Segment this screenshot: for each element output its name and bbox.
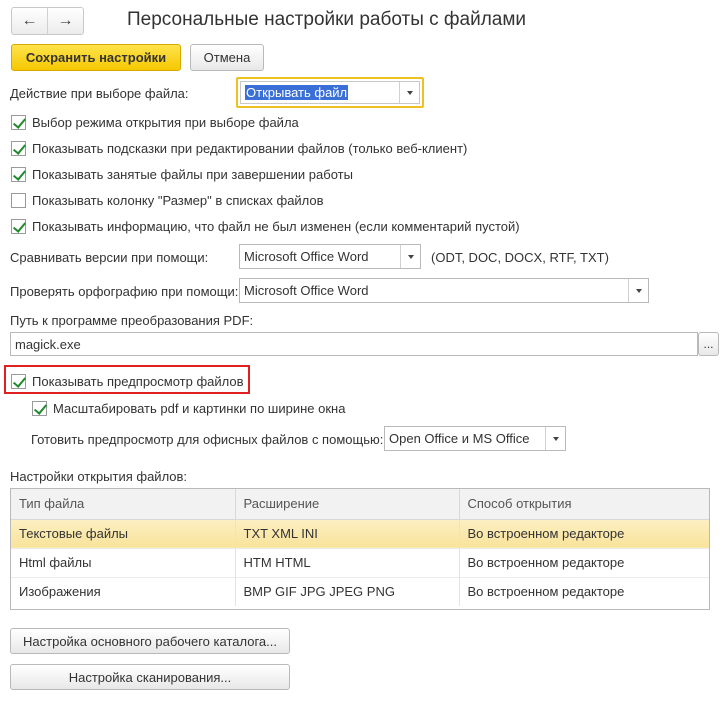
compare-label: Сравнивать версии при помощи: bbox=[10, 250, 209, 265]
pdf-path-input[interactable]: magick.exe bbox=[10, 332, 698, 356]
table-row[interactable]: Html файлы HTM HTML Во встроенном редакт… bbox=[11, 548, 709, 578]
checkbox-label: Показывать подсказки при редактировании … bbox=[32, 141, 468, 156]
preview-checkbox-row[interactable]: Показывать предпросмотр файлов bbox=[11, 374, 244, 389]
chevron-down-icon bbox=[635, 288, 642, 293]
column-header[interactable]: Способ открытия bbox=[459, 489, 709, 520]
table-cell: Во встроенном редакторе bbox=[459, 548, 709, 578]
checkbox-row[interactable]: Выбор режима открытия при выборе файла bbox=[11, 115, 299, 130]
compare-dropdown-button[interactable] bbox=[400, 245, 420, 268]
scanning-settings-button[interactable]: Настройка сканирования... bbox=[10, 664, 290, 690]
preview-label: Показывать предпросмотр файлов bbox=[32, 374, 244, 389]
chevron-down-icon bbox=[407, 254, 414, 259]
navigation-buttons: ← → bbox=[11, 7, 84, 35]
office-preview-select[interactable]: Open Office и MS Office bbox=[384, 426, 566, 451]
table-cell: Изображения bbox=[11, 577, 236, 606]
arrow-left-icon: ← bbox=[21, 12, 38, 29]
column-header[interactable]: Тип файла bbox=[11, 489, 236, 520]
pdf-browse-button[interactable]: ... bbox=[698, 332, 719, 356]
table-cell: Текстовые файлы bbox=[11, 519, 236, 549]
checkbox[interactable] bbox=[11, 219, 26, 234]
checkbox[interactable] bbox=[11, 193, 26, 208]
scale-checkbox-row[interactable]: Масштабировать pdf и картинки по ширине … bbox=[32, 401, 345, 416]
office-preview-label: Готовить предпросмотр для офисных файлов… bbox=[31, 432, 384, 447]
checkbox[interactable] bbox=[11, 115, 26, 130]
table-header: Тип файла Расширение Способ открытия bbox=[11, 489, 709, 520]
table-cell: BMP GIF JPG JPEG PNG bbox=[235, 577, 460, 606]
forward-button[interactable]: → bbox=[47, 8, 83, 34]
compare-select[interactable]: Microsoft Office Word bbox=[239, 244, 421, 269]
preview-checkbox[interactable] bbox=[11, 374, 26, 389]
checkbox-label: Показывать занятые файлы при завершении … bbox=[32, 167, 353, 182]
table-cell: HTM HTML bbox=[235, 548, 460, 578]
checkbox[interactable] bbox=[11, 167, 26, 182]
compare-hint: (ODT, DOC, DOCX, RTF, TXT) bbox=[431, 250, 609, 265]
working-directory-settings-button[interactable]: Настройка основного рабочего каталога... bbox=[10, 628, 290, 654]
scale-checkbox[interactable] bbox=[32, 401, 47, 416]
checkbox-row[interactable]: Показывать информацию, что файл не был и… bbox=[11, 219, 520, 234]
table-cell: Html файлы bbox=[11, 548, 236, 578]
checkbox-label: Показывать колонку "Размер" в списках фа… bbox=[32, 193, 324, 208]
checkbox-label: Выбор режима открытия при выборе файла bbox=[32, 115, 299, 130]
checkbox-row[interactable]: Показывать колонку "Размер" в списках фа… bbox=[11, 193, 324, 208]
chevron-down-icon bbox=[406, 90, 413, 95]
open-settings-label: Настройки открытия файлов: bbox=[10, 469, 188, 484]
save-settings-button[interactable]: Сохранить настройки bbox=[11, 44, 181, 71]
table-row[interactable]: Текстовые файлы TXT XML INI Во встроенно… bbox=[11, 519, 709, 549]
page-title: Персональные настройки работы с файлами bbox=[127, 9, 527, 30]
arrow-right-icon: → bbox=[57, 12, 74, 29]
chevron-down-icon bbox=[552, 436, 559, 441]
file-action-focus: Открывать файл bbox=[236, 77, 424, 108]
spell-select[interactable]: Microsoft Office Word bbox=[239, 278, 649, 303]
checkbox-label: Показывать информацию, что файл не был и… bbox=[32, 219, 520, 234]
office-preview-dropdown-button[interactable] bbox=[545, 427, 565, 450]
column-header[interactable]: Расширение bbox=[235, 489, 460, 520]
compare-value: Microsoft Office Word bbox=[244, 249, 369, 264]
checkbox[interactable] bbox=[11, 141, 26, 156]
table-cell: Во встроенном редакторе bbox=[459, 519, 709, 549]
back-button[interactable]: ← bbox=[12, 8, 47, 34]
cancel-button[interactable]: Отмена bbox=[190, 44, 264, 71]
spell-dropdown-button[interactable] bbox=[628, 279, 648, 302]
table-row[interactable]: Изображения BMP GIF JPG JPEG PNG Во встр… bbox=[11, 577, 709, 606]
file-action-dropdown-button[interactable] bbox=[399, 82, 419, 103]
file-action-label: Действие при выборе файла: bbox=[10, 86, 189, 101]
table-cell: TXT XML INI bbox=[235, 519, 460, 549]
spell-value: Microsoft Office Word bbox=[244, 283, 369, 298]
table-cell: Во встроенном редакторе bbox=[459, 577, 709, 606]
file-action-select[interactable]: Открывать файл bbox=[240, 81, 420, 104]
spell-label: Проверять орфографию при помощи: bbox=[10, 284, 239, 299]
open-settings-table: Тип файла Расширение Способ открытия Тек… bbox=[10, 488, 710, 610]
scale-label: Масштабировать pdf и картинки по ширине … bbox=[53, 401, 346, 416]
checkbox-row[interactable]: Показывать занятые файлы при завершении … bbox=[11, 167, 353, 182]
office-preview-value: Open Office и MS Office bbox=[389, 431, 530, 446]
pdf-label: Путь к программе преобразования PDF: bbox=[10, 313, 254, 328]
file-action-value: Открывать файл bbox=[245, 85, 349, 100]
checkbox-row[interactable]: Показывать подсказки при редактировании … bbox=[11, 141, 467, 156]
